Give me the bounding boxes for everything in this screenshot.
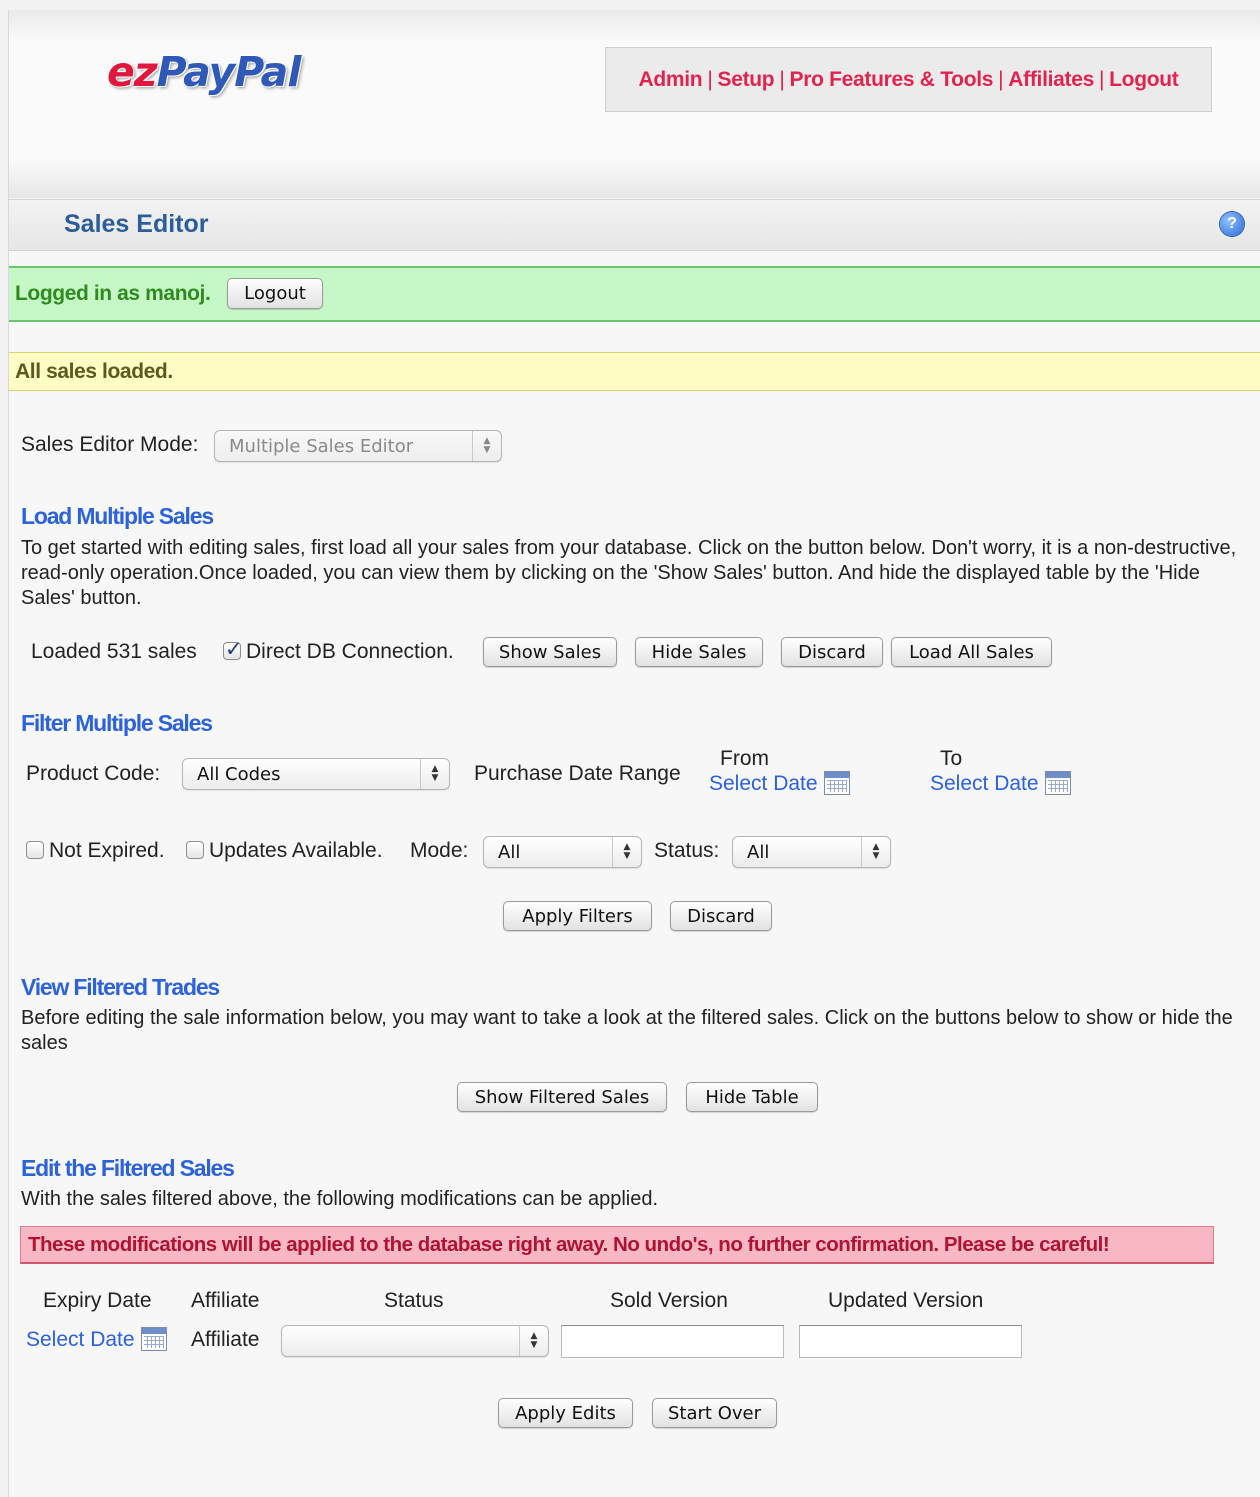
from-select-date[interactable]: Select Date xyxy=(709,771,850,796)
product-code-select[interactable]: All Codes ▲ ▼ xyxy=(182,758,450,790)
nav-separator: | xyxy=(998,67,1004,91)
load-description: To get started with editing sales, first… xyxy=(21,537,1237,609)
notice-text: All sales loaded. xyxy=(15,360,173,383)
direct-db-label: Direct DB Connection. xyxy=(246,640,454,663)
expiry-select-date-link[interactable]: Select Date xyxy=(26,1328,135,1351)
updates-available-label: Updates Available. xyxy=(209,839,383,862)
purchase-date-range-label: Purchase Date Range xyxy=(474,762,681,785)
from-label: From xyxy=(720,747,769,770)
select-arrows-icon: ▲ ▼ xyxy=(612,837,641,867)
checkmark-icon: ✓ xyxy=(225,638,243,661)
mode-filter-value: All xyxy=(498,841,521,863)
col-expiry-date: Expiry Date xyxy=(43,1289,152,1312)
direct-db-checkbox[interactable]: ✓ xyxy=(223,638,243,661)
col-sold-version: Sold Version xyxy=(610,1289,728,1312)
page-title: Sales Editor xyxy=(64,210,209,238)
col-affiliate: Affiliate xyxy=(191,1289,260,1312)
select-arrows-icon: ▲ ▼ xyxy=(519,1326,548,1356)
logout-button[interactable]: Logout xyxy=(227,278,323,309)
nav-separator: | xyxy=(1098,67,1105,91)
load-all-sales-button[interactable]: Load All Sales xyxy=(891,637,1052,667)
view-section-heading: View Filtered Trades xyxy=(21,974,220,1000)
col-status: Status xyxy=(384,1289,444,1312)
show-filtered-sales-button[interactable]: Show Filtered Sales xyxy=(457,1082,667,1112)
apply-filters-button[interactable]: Apply Filters xyxy=(503,901,652,931)
select-arrows-icon: ▲ ▼ xyxy=(472,431,501,461)
nav-affiliates[interactable]: Affiliates xyxy=(1008,68,1094,92)
discard-filters-button[interactable]: Discard xyxy=(670,901,772,931)
calendar-icon[interactable] xyxy=(823,771,850,795)
loaded-count: Loaded 531 sales xyxy=(31,640,197,663)
hide-sales-button[interactable]: Hide Sales xyxy=(635,637,763,667)
nav-pro-features-tools[interactable]: Pro Features & Tools xyxy=(789,68,993,92)
to-select-date-link[interactable]: Select Date xyxy=(930,772,1039,795)
title-bar: Sales Editor ? xyxy=(9,199,1260,251)
notice-bar: All sales loaded. xyxy=(9,352,1260,391)
edit-section-heading: Edit the Filtered Sales xyxy=(21,1155,235,1181)
status-filter-select[interactable]: All ▲ ▼ xyxy=(732,836,891,868)
show-sales-button[interactable]: Show Sales xyxy=(483,637,617,667)
logged-in-text: Logged in as manoj. xyxy=(15,282,211,305)
col-updated-version: Updated Version xyxy=(828,1289,984,1312)
help-icon[interactable]: ? xyxy=(1220,212,1244,236)
from-select-date-link[interactable]: Select Date xyxy=(709,772,818,795)
apply-edits-button[interactable]: Apply Edits xyxy=(498,1398,633,1428)
status-filter-value: All xyxy=(747,841,770,863)
calendar-icon[interactable] xyxy=(140,1327,167,1351)
ez-paypal-logo: ezPayPal xyxy=(107,48,301,96)
warning-banner: These modifications will be applied to t… xyxy=(20,1226,1214,1264)
to-select-date[interactable]: Select Date xyxy=(930,771,1071,796)
mode-filter-select[interactable]: All ▲ ▼ xyxy=(483,836,642,868)
affiliate-value: Affiliate xyxy=(191,1328,260,1351)
status-filter-label: Status: xyxy=(654,839,720,862)
mode-label: Sales Editor Mode: xyxy=(21,433,199,456)
mode-selected-value: Multiple Sales Editor xyxy=(229,435,414,457)
not-expired-label: Not Expired. xyxy=(49,839,165,862)
select-arrows-icon: ▲ ▼ xyxy=(861,837,890,867)
sold-version-input[interactable] xyxy=(561,1325,784,1358)
select-arrows-icon: ▲ ▼ xyxy=(420,759,449,789)
mode-select: Multiple Sales Editor ▲ ▼ xyxy=(214,430,502,462)
discard-load-button[interactable]: Discard xyxy=(781,637,883,667)
edit-status-select[interactable]: ▲ ▼ xyxy=(281,1325,549,1357)
updates-available-checkbox[interactable] xyxy=(186,841,204,859)
nav-admin[interactable]: Admin xyxy=(639,68,703,92)
login-status-bar: Logged in as manoj. Logout xyxy=(9,266,1260,322)
load-section-heading: Load Multiple Sales xyxy=(21,503,214,529)
expiry-select-date[interactable]: Select Date xyxy=(26,1327,167,1352)
header: ezPayPal Admin | Setup | Pro Features & … xyxy=(9,10,1260,198)
product-code-label: Product Code: xyxy=(26,762,161,785)
nav-separator: | xyxy=(707,67,713,91)
view-description: Before editing the sale information belo… xyxy=(21,1007,1233,1054)
top-navigation: Admin | Setup | Pro Features & Tools | A… xyxy=(605,47,1212,112)
calendar-icon[interactable] xyxy=(1044,771,1071,795)
nav-logout[interactable]: Logout xyxy=(1109,68,1179,92)
product-code-value: All Codes xyxy=(197,763,281,785)
start-over-button[interactable]: Start Over xyxy=(652,1398,777,1428)
not-expired-checkbox[interactable] xyxy=(26,841,44,859)
page: ezPayPal Admin | Setup | Pro Features & … xyxy=(8,10,1260,1497)
nav-separator: | xyxy=(779,67,785,91)
updated-version-input[interactable] xyxy=(799,1325,1022,1358)
filter-section-heading: Filter Multiple Sales xyxy=(21,710,213,736)
mode-filter-label: Mode: xyxy=(410,839,469,862)
hide-table-button[interactable]: Hide Table xyxy=(686,1082,818,1112)
edit-description: With the sales filtered above, the follo… xyxy=(21,1188,659,1210)
nav-setup[interactable]: Setup xyxy=(717,68,774,92)
to-label: To xyxy=(940,747,963,770)
